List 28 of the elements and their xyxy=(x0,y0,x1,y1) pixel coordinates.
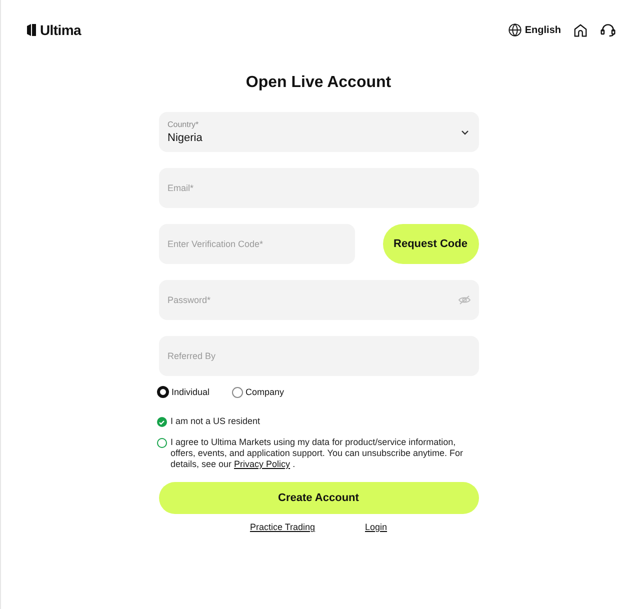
chevron-icon xyxy=(460,130,468,134)
eye-off-icon[interactable] xyxy=(458,295,470,305)
referral-field[interactable]: Referred By xyxy=(158,336,478,376)
country-label: Country* xyxy=(168,120,200,129)
home-icon[interactable] xyxy=(573,22,588,38)
account-type-radio[interactable]: Company xyxy=(232,386,284,398)
language-button[interactable]: English xyxy=(508,23,561,37)
request-code-button[interactable]: Request Code xyxy=(382,224,478,264)
footer-link[interactable]: Login xyxy=(365,522,388,532)
page-title: Open Live Account xyxy=(244,74,392,92)
password-field[interactable]: Password* xyxy=(158,280,478,320)
headset-icon[interactable] xyxy=(600,22,616,38)
account-type-radio[interactable]: Individual xyxy=(156,386,210,398)
create-account-button[interactable]: Create Account xyxy=(158,482,478,514)
consent-text: I agree to Ultima Markets using my data for product/service information, offers, events, and application support. You can unsubscribe anytime. For details, see our Privacy Policy . xyxy=(170,437,464,470)
globe-icon xyxy=(508,23,522,37)
consent-text: I am not a US resident xyxy=(170,416,260,427)
country-select[interactable]: Country* Nigeria xyxy=(158,112,478,152)
privacy-policy-link[interactable]: Privacy Policy xyxy=(234,459,290,469)
email-field[interactable]: Email* xyxy=(158,168,478,208)
verification-code-field[interactable]: Enter Verification Code* xyxy=(158,224,354,264)
logo-text: Ultima xyxy=(40,22,81,38)
checkmark-icon xyxy=(158,420,164,424)
logo-icon xyxy=(27,24,37,36)
consent-checkbox[interactable] xyxy=(156,438,166,448)
country-value: Nigeria xyxy=(168,132,202,144)
footer-link[interactable]: Practice Trading xyxy=(250,522,315,532)
consent-checkbox[interactable] xyxy=(156,417,166,427)
